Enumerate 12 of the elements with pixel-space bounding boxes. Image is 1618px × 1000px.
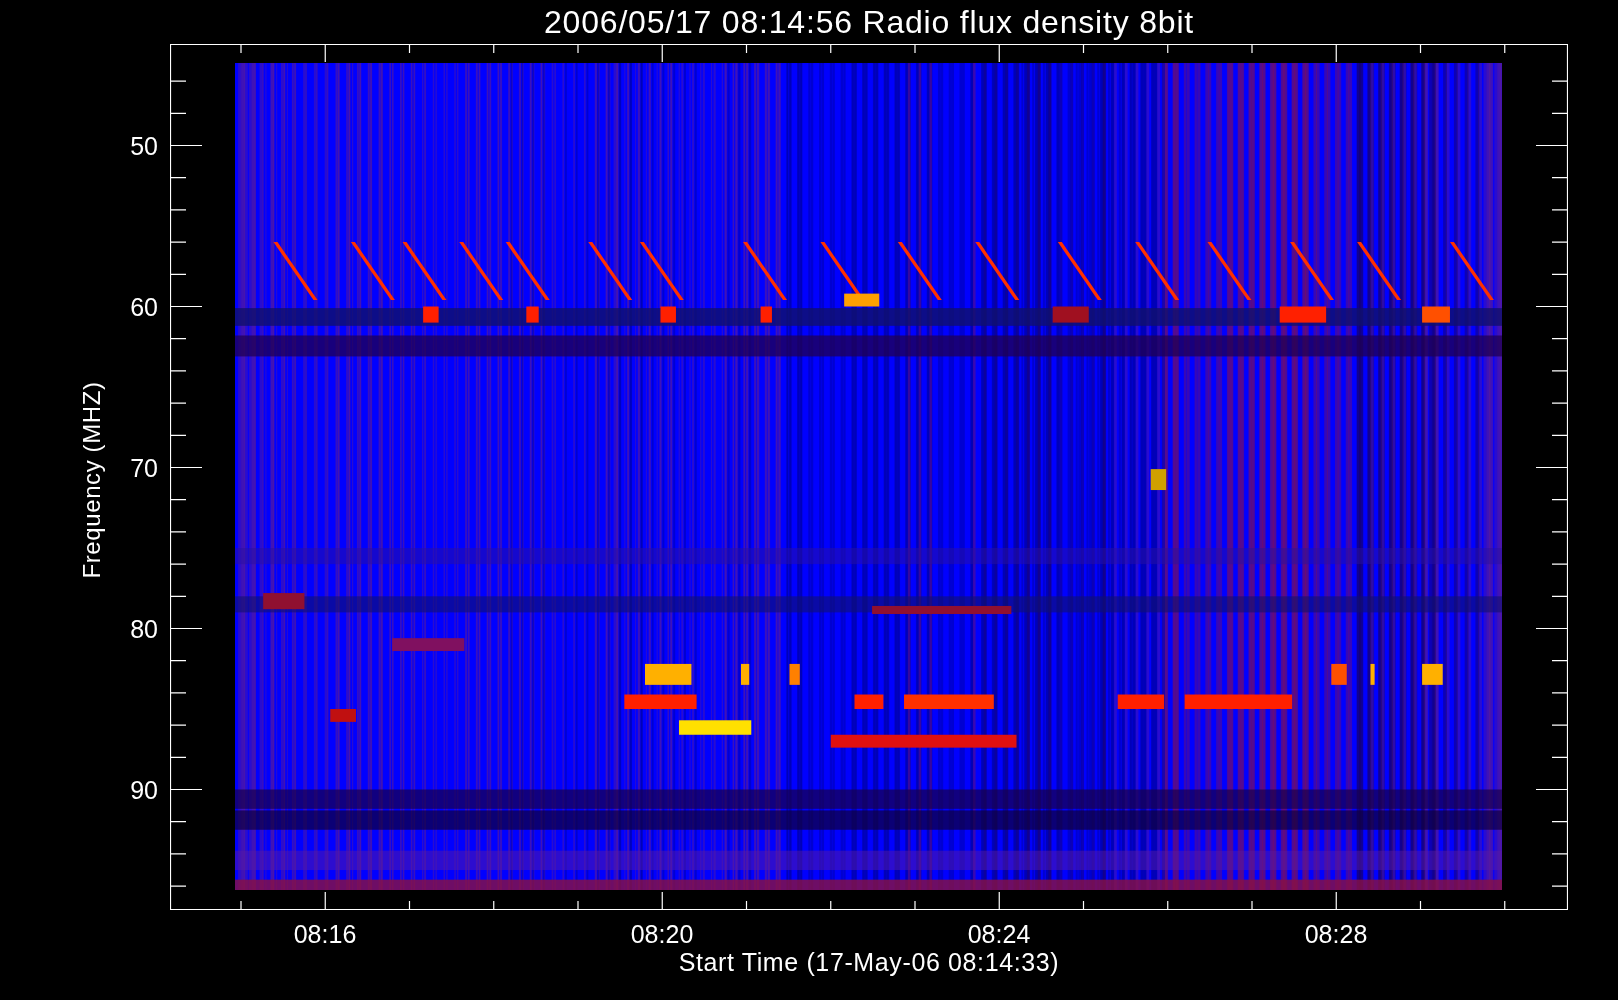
y-tick-label: 70 — [130, 455, 158, 481]
x-tick-label: 08:24 — [967, 922, 1031, 947]
y-axis-label: Frequency (MHZ) — [77, 381, 106, 579]
plot-title: 2006/05/17 08:14:56 Radio flux density 8bit — [544, 6, 1194, 38]
x-tick-label: 08:28 — [1304, 922, 1368, 947]
y-tick-label: 50 — [130, 133, 158, 159]
y-tick-label: 90 — [130, 777, 158, 803]
y-tick-label: 60 — [130, 294, 158, 320]
x-tick-label: 08:20 — [630, 922, 694, 947]
x-tick-label: 08:16 — [293, 922, 357, 947]
x-axis-label: Start Time (17-May-06 08:14:33) — [678, 950, 1060, 975]
y-tick-label: 80 — [130, 616, 158, 642]
